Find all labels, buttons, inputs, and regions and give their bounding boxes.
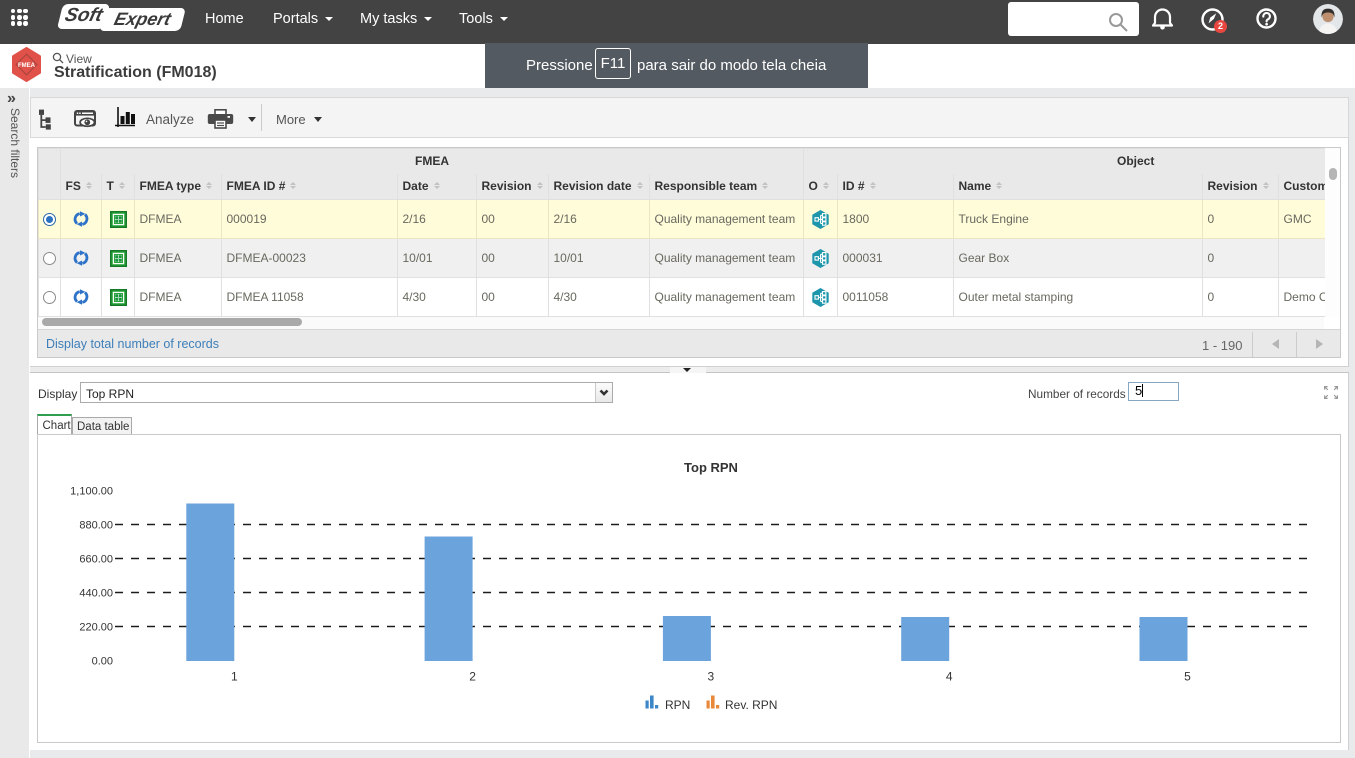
svg-text:Top RPN: Top RPN <box>684 460 738 475</box>
svg-text:220.00: 220.00 <box>79 622 113 634</box>
svg-text:5: 5 <box>1184 670 1191 684</box>
svg-text:1: 1 <box>231 670 238 684</box>
svg-text:660.00: 660.00 <box>79 554 113 566</box>
svg-text:440.00: 440.00 <box>79 588 113 600</box>
svg-text:1,100.00: 1,100.00 <box>70 486 113 498</box>
svg-text:0.00: 0.00 <box>92 656 113 668</box>
svg-text:Rev. RPN: Rev. RPN <box>725 698 777 712</box>
svg-text:3: 3 <box>708 670 715 684</box>
svg-text:4: 4 <box>946 670 953 684</box>
svg-text:880.00: 880.00 <box>79 520 113 532</box>
svg-text:FMEA: FMEA <box>18 63 36 69</box>
svg-text:2: 2 <box>469 670 476 684</box>
svg-text:RPN: RPN <box>665 698 690 712</box>
